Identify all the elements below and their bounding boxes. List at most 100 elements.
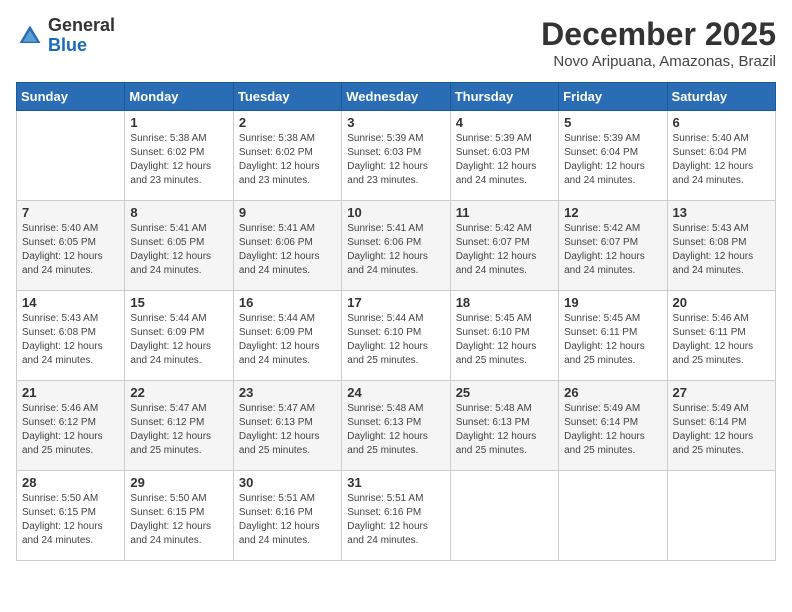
day-number: 30 xyxy=(239,475,336,490)
calendar-cell xyxy=(559,471,667,561)
day-info: Sunrise: 5:51 AM Sunset: 6:16 PM Dayligh… xyxy=(239,492,336,548)
calendar-header: SundayMondayTuesdayWednesdayThursdayFrid… xyxy=(17,83,776,111)
day-info: Sunrise: 5:42 AM Sunset: 6:07 PM Dayligh… xyxy=(564,222,661,278)
day-number: 17 xyxy=(347,295,444,310)
calendar-cell: 25 Sunrise: 5:48 AM Sunset: 6:13 PM Dayli… xyxy=(450,381,558,471)
day-header-monday: Monday xyxy=(125,83,233,111)
day-number: 25 xyxy=(456,385,553,400)
calendar-cell: 17Sunrise: 5:44 AM Sunset: 6:10 PM Dayli… xyxy=(342,291,450,381)
day-number: 6 xyxy=(673,115,770,130)
day-info: Sunrise: 5:41 AM Sunset: 6:05 PM Dayligh… xyxy=(130,222,227,278)
logo: General Blue xyxy=(16,16,115,56)
day-header-wednesday: Wednesday xyxy=(342,83,450,111)
day-info: Sunrise: 5:49 AM Sunset: 6:14 PM Dayligh… xyxy=(673,402,770,458)
day-number: 4 xyxy=(456,115,553,130)
day-number: 15 xyxy=(130,295,227,310)
day-info: Sunrise: 5:46 AM Sunset: 6:12 PM Dayligh… xyxy=(22,402,119,458)
day-number: 13 xyxy=(673,205,770,220)
day-info: Sunrise: 5:39 AM Sunset: 6:04 PM Dayligh… xyxy=(564,132,661,188)
header-row: SundayMondayTuesdayWednesdayThursdayFrid… xyxy=(17,83,776,111)
day-header-sunday: Sunday xyxy=(17,83,125,111)
day-header-thursday: Thursday xyxy=(450,83,558,111)
page-header: General Blue December 2025 Novo Aripuana… xyxy=(16,16,776,70)
day-number: 19 xyxy=(564,295,661,310)
day-number: 12 xyxy=(564,205,661,220)
calendar-cell: 22Sunrise: 5:47 AM Sunset: 6:12 PM Dayli… xyxy=(125,381,233,471)
logo-icon xyxy=(16,22,44,50)
day-info: Sunrise: 5:40 AM Sunset: 6:05 PM Dayligh… xyxy=(22,222,119,278)
calendar-cell: 16Sunrise: 5:44 AM Sunset: 6:09 PM Dayli… xyxy=(233,291,341,381)
day-number: 8 xyxy=(130,205,227,220)
calendar-cell xyxy=(450,471,558,561)
day-number: 11 xyxy=(456,205,553,220)
calendar-cell: 5 Sunrise: 5:39 AM Sunset: 6:04 PM Daylig… xyxy=(559,111,667,201)
title-block: December 2025 Novo Aripuana, Amazonas, B… xyxy=(541,16,776,70)
day-number: 23 xyxy=(239,385,336,400)
day-header-tuesday: Tuesday xyxy=(233,83,341,111)
week-row-1: 1 Sunrise: 5:38 AM Sunset: 6:02 PM Daylig… xyxy=(17,111,776,201)
calendar-cell: 1 Sunrise: 5:38 AM Sunset: 6:02 PM Daylig… xyxy=(125,111,233,201)
day-number: 24 xyxy=(347,385,444,400)
calendar-cell: 31 Sunrise: 5:51 AM Sunset: 6:16 PM Dayli… xyxy=(342,471,450,561)
week-row-3: 14 Sunrise: 5:43 AM Sunset: 6:08 PM Dayli… xyxy=(17,291,776,381)
day-number: 9 xyxy=(239,205,336,220)
day-info: Sunrise: 5:39 AM Sunset: 6:03 PM Dayligh… xyxy=(456,132,553,188)
day-info: Sunrise: 5:47 AM Sunset: 6:12 PM Dayligh… xyxy=(130,402,227,458)
calendar-cell: 8 Sunrise: 5:41 AM Sunset: 6:05 PM Daylig… xyxy=(125,201,233,291)
calendar-cell xyxy=(17,111,125,201)
calendar-cell: 9 Sunrise: 5:41 AM Sunset: 6:06 PM Daylig… xyxy=(233,201,341,291)
day-info: Sunrise: 5:50 AM Sunset: 6:15 PM Dayligh… xyxy=(22,492,119,548)
day-number: 5 xyxy=(564,115,661,130)
calendar-cell: 13 Sunrise: 5:43 AM Sunset: 6:08 PM Dayli… xyxy=(667,201,775,291)
day-number: 18 xyxy=(456,295,553,310)
day-number: 14 xyxy=(22,295,119,310)
calendar-cell: 10 Sunrise: 5:41 AM Sunset: 6:06 PM Dayli… xyxy=(342,201,450,291)
calendar-cell: 14 Sunrise: 5:43 AM Sunset: 6:08 PM Dayli… xyxy=(17,291,125,381)
calendar-cell: 15Sunrise: 5:44 AM Sunset: 6:09 PM Dayli… xyxy=(125,291,233,381)
day-info: Sunrise: 5:50 AM Sunset: 6:15 PM Dayligh… xyxy=(130,492,227,548)
day-info: Sunrise: 5:38 AM Sunset: 6:02 PM Dayligh… xyxy=(239,132,336,188)
day-number: 2 xyxy=(239,115,336,130)
calendar-table: SundayMondayTuesdayWednesdayThursdayFrid… xyxy=(16,82,776,561)
day-info: Sunrise: 5:39 AM Sunset: 6:03 PM Dayligh… xyxy=(347,132,444,188)
calendar-cell: 24 Sunrise: 5:48 AM Sunset: 6:13 PM Dayli… xyxy=(342,381,450,471)
day-number: 7 xyxy=(22,205,119,220)
day-number: 21 xyxy=(22,385,119,400)
day-number: 10 xyxy=(347,205,444,220)
location-subtitle: Novo Aripuana, Amazonas, Brazil xyxy=(541,53,776,70)
day-info: Sunrise: 5:48 AM Sunset: 6:13 PM Dayligh… xyxy=(456,402,553,458)
logo-text: General Blue xyxy=(48,16,115,56)
day-number: 20 xyxy=(673,295,770,310)
day-info: Sunrise: 5:42 AM Sunset: 6:07 PM Dayligh… xyxy=(456,222,553,278)
calendar-cell: 7 Sunrise: 5:40 AM Sunset: 6:05 PM Daylig… xyxy=(17,201,125,291)
day-number: 1 xyxy=(130,115,227,130)
calendar-cell: 29Sunrise: 5:50 AM Sunset: 6:15 PM Dayli… xyxy=(125,471,233,561)
day-info: Sunrise: 5:45 AM Sunset: 6:10 PM Dayligh… xyxy=(456,312,553,368)
day-info: Sunrise: 5:40 AM Sunset: 6:04 PM Dayligh… xyxy=(673,132,770,188)
day-info: Sunrise: 5:43 AM Sunset: 6:08 PM Dayligh… xyxy=(22,312,119,368)
day-info: Sunrise: 5:41 AM Sunset: 6:06 PM Dayligh… xyxy=(239,222,336,278)
calendar-cell: 27Sunrise: 5:49 AM Sunset: 6:14 PM Dayli… xyxy=(667,381,775,471)
day-info: Sunrise: 5:43 AM Sunset: 6:08 PM Dayligh… xyxy=(673,222,770,278)
calendar-cell: 3Sunrise: 5:39 AM Sunset: 6:03 PM Daylig… xyxy=(342,111,450,201)
logo-blue: Blue xyxy=(48,35,87,55)
day-info: Sunrise: 5:38 AM Sunset: 6:02 PM Dayligh… xyxy=(130,132,227,188)
day-number: 31 xyxy=(347,475,444,490)
calendar-cell: 21 Sunrise: 5:46 AM Sunset: 6:12 PM Dayli… xyxy=(17,381,125,471)
day-info: Sunrise: 5:51 AM Sunset: 6:16 PM Dayligh… xyxy=(347,492,444,548)
day-info: Sunrise: 5:48 AM Sunset: 6:13 PM Dayligh… xyxy=(347,402,444,458)
calendar-cell: 26 Sunrise: 5:49 AM Sunset: 6:14 PM Dayli… xyxy=(559,381,667,471)
day-header-saturday: Saturday xyxy=(667,83,775,111)
calendar-cell: 23 Sunrise: 5:47 AM Sunset: 6:13 PM Dayli… xyxy=(233,381,341,471)
calendar-cell: 30 Sunrise: 5:51 AM Sunset: 6:16 PM Dayli… xyxy=(233,471,341,561)
calendar-cell: 19Sunrise: 5:45 AM Sunset: 6:11 PM Dayli… xyxy=(559,291,667,381)
day-number: 16 xyxy=(239,295,336,310)
calendar-cell: 18 Sunrise: 5:45 AM Sunset: 6:10 PM Dayli… xyxy=(450,291,558,381)
day-info: Sunrise: 5:49 AM Sunset: 6:14 PM Dayligh… xyxy=(564,402,661,458)
calendar-cell: 28Sunrise: 5:50 AM Sunset: 6:15 PM Dayli… xyxy=(17,471,125,561)
day-number: 26 xyxy=(564,385,661,400)
calendar-cell: 4 Sunrise: 5:39 AM Sunset: 6:03 PM Daylig… xyxy=(450,111,558,201)
day-info: Sunrise: 5:47 AM Sunset: 6:13 PM Dayligh… xyxy=(239,402,336,458)
day-header-friday: Friday xyxy=(559,83,667,111)
day-info: Sunrise: 5:41 AM Sunset: 6:06 PM Dayligh… xyxy=(347,222,444,278)
